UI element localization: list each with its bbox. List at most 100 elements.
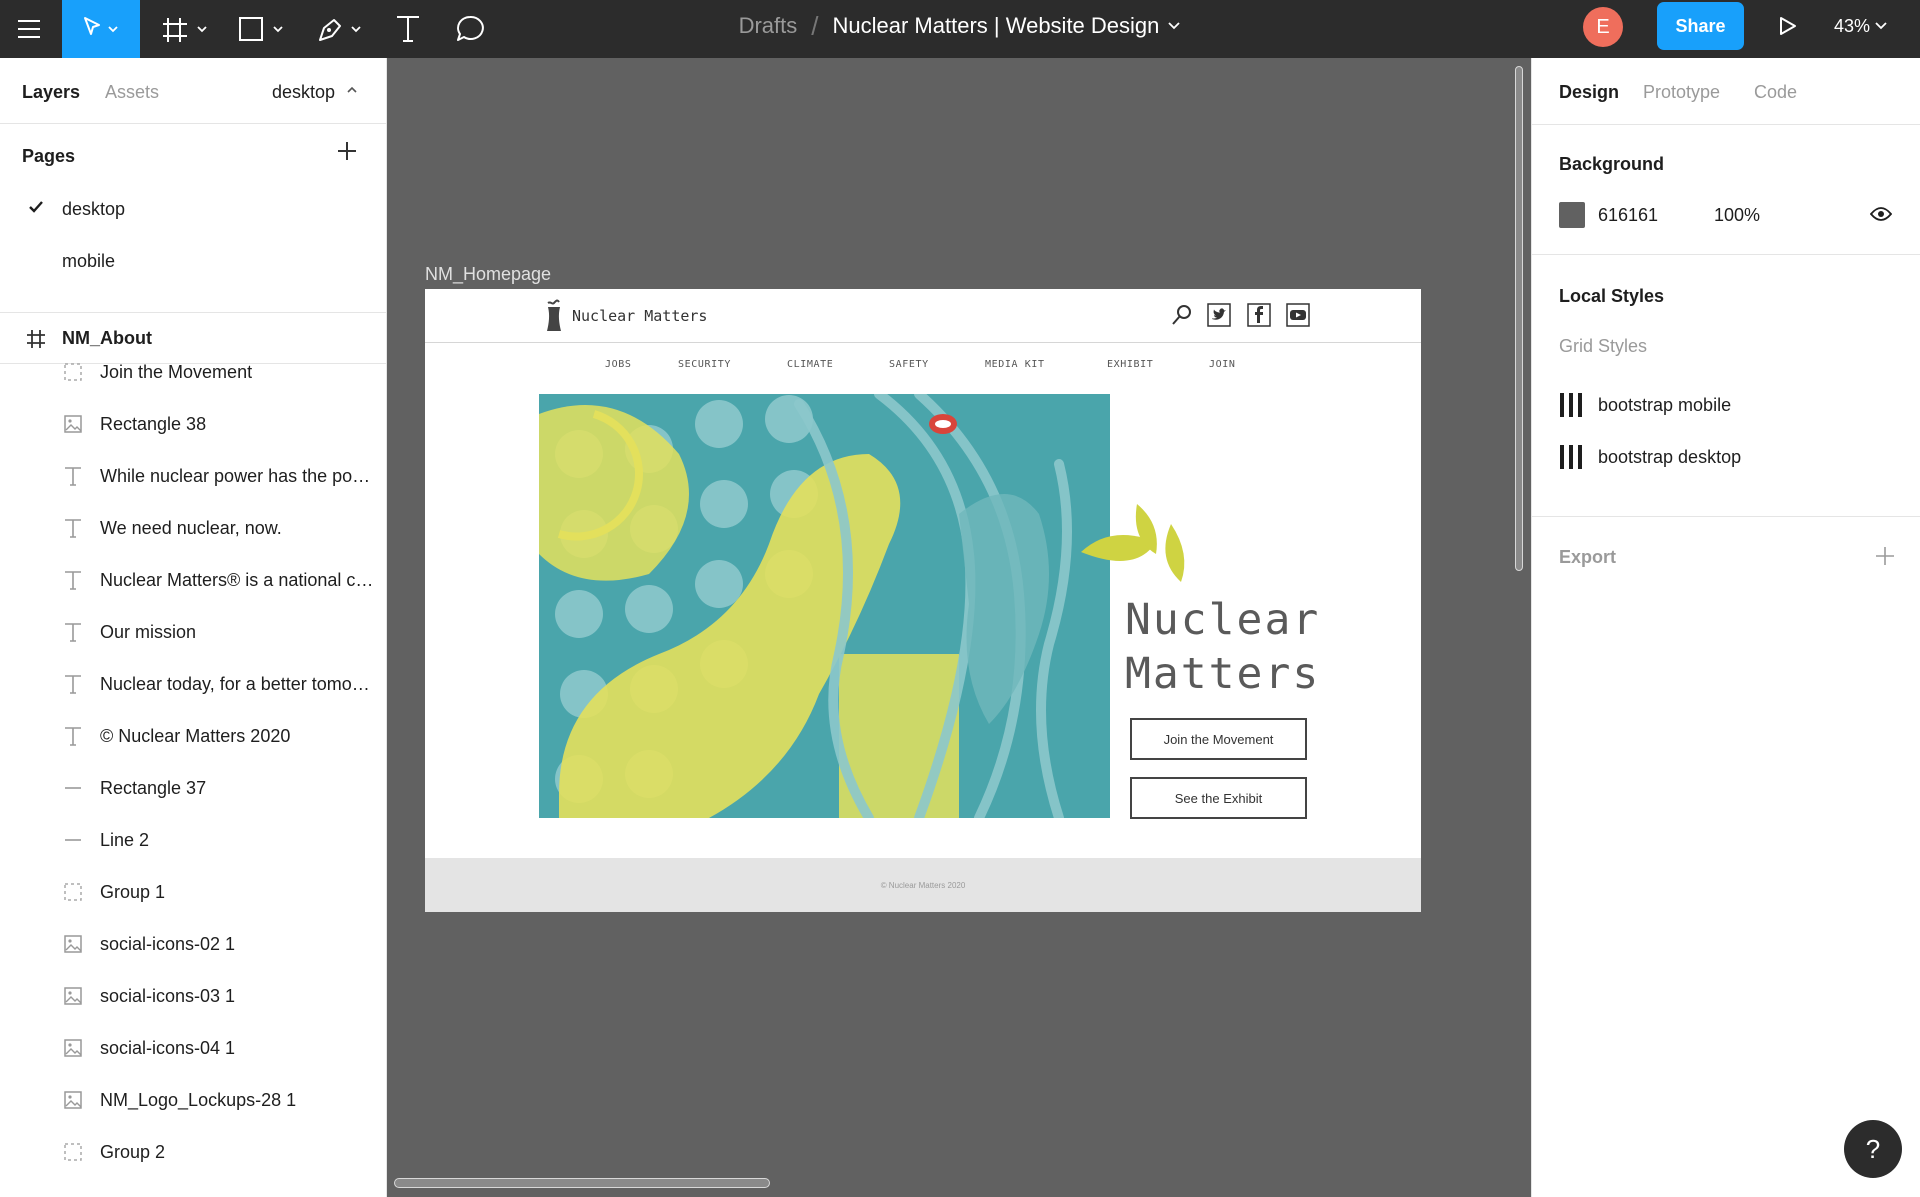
- layer-item[interactable]: social-icons-04 1: [0, 1022, 386, 1074]
- zoom-level: 43%: [1834, 15, 1871, 36]
- checkmark-icon: [29, 201, 43, 213]
- grid-styles-label: Grid Styles: [1559, 336, 1648, 356]
- layer-item[interactable]: Rectangle 37: [0, 762, 386, 814]
- text-icon: [62, 673, 84, 695]
- layer-item[interactable]: social-icons-02 1: [0, 918, 386, 970]
- local-styles-header: Local Styles: [1559, 286, 1665, 306]
- drafts-breadcrumb[interactable]: Drafts: [739, 13, 798, 39]
- twitter-icon[interactable]: [1207, 303, 1231, 327]
- chevron-up-icon[interactable]: [346, 85, 358, 95]
- page-label: mobile: [62, 250, 116, 271]
- hero-title: Nuclear Matters: [1125, 593, 1320, 701]
- page-item-desktop[interactable]: desktop: [0, 187, 386, 231]
- grid-style-icon: [1560, 393, 1582, 417]
- group-icon: [62, 1141, 84, 1163]
- text-icon: [62, 465, 84, 487]
- eye-visibility-icon[interactable]: [1870, 206, 1892, 222]
- design-canvas[interactable]: NM_Homepage Nuclear Matters JOBS SECURIT…: [388, 58, 1530, 1197]
- background-hex-input[interactable]: 616161: [1598, 205, 1658, 226]
- share-button[interactable]: Share: [1657, 2, 1744, 50]
- layer-item[interactable]: Our mission: [0, 606, 386, 658]
- site-nav-jobs[interactable]: JOBS: [605, 359, 631, 370]
- site-nav-climate[interactable]: CLIMATE: [787, 359, 833, 370]
- text-tool-button[interactable]: [390, 0, 426, 58]
- layer-label: © Nuclear Matters 2020: [100, 725, 291, 746]
- grid-style-bootstrap-mobile[interactable]: bootstrap mobile: [1598, 395, 1731, 416]
- search-icon[interactable]: [1170, 303, 1194, 327]
- present-button[interactable]: [1770, 0, 1806, 52]
- tab-design[interactable]: Design: [1559, 82, 1619, 103]
- vertical-scrollbar[interactable]: [1515, 66, 1523, 571]
- layer-label: Rectangle 38: [100, 413, 207, 434]
- homepage-frame[interactable]: Nuclear Matters JOBS SECURITY CLIMATE SA…: [425, 289, 1421, 912]
- pen-tool-button[interactable]: [312, 0, 368, 58]
- rectangle-icon: [239, 17, 283, 41]
- see-exhibit-button[interactable]: See the Exhibit: [1130, 777, 1307, 819]
- site-nav-safety[interactable]: SAFETY: [889, 359, 929, 370]
- tab-layers[interactable]: Layers: [22, 82, 80, 103]
- layer-item[interactable]: © Nuclear Matters 2020: [0, 710, 386, 762]
- hero-illustration: [539, 394, 1110, 818]
- layer-item[interactable]: social-icons-03 1: [0, 970, 386, 1022]
- layer-item[interactable]: NM_Logo_Lockups-28 1: [0, 1074, 386, 1126]
- line-icon: [62, 777, 84, 799]
- document-name[interactable]: Nuclear Matters | Website Design: [833, 13, 1160, 39]
- frame-tool-button[interactable]: [158, 0, 214, 58]
- pages-header: Pages: [22, 146, 76, 166]
- site-nav-media-kit[interactable]: MEDIA KIT: [985, 359, 1045, 370]
- horizontal-scrollbar[interactable]: [394, 1178, 770, 1188]
- play-icon: [1780, 17, 1796, 35]
- move-tool-button[interactable]: [62, 0, 140, 58]
- add-page-icon[interactable]: [334, 138, 360, 164]
- text-t-icon: [397, 16, 419, 42]
- site-nav-join[interactable]: JOIN: [1209, 359, 1235, 370]
- layer-item[interactable]: Join the Movement: [0, 346, 386, 398]
- layer-label: social-icons-04 1: [100, 1037, 236, 1058]
- tab-assets[interactable]: Assets: [105, 82, 159, 103]
- main-menu-button[interactable]: [0, 0, 58, 58]
- zoom-control[interactable]: 43%: [1834, 0, 1888, 52]
- tab-prototype[interactable]: Prototype: [1643, 82, 1720, 103]
- page-selector[interactable]: desktop: [272, 82, 335, 103]
- background-color-swatch[interactable]: [1559, 202, 1585, 228]
- cooling-tower-logo-icon: [547, 299, 561, 331]
- user-avatar[interactable]: E: [1583, 7, 1623, 47]
- hero-title-line1: Nuclear: [1125, 595, 1321, 645]
- layer-item[interactable]: While nuclear power has the potential to…: [0, 450, 386, 502]
- facebook-icon[interactable]: [1247, 303, 1271, 327]
- divider: [1532, 516, 1920, 517]
- comment-tool-button[interactable]: [452, 0, 488, 58]
- shape-tool-button[interactable]: [234, 0, 290, 58]
- layer-item[interactable]: We need nuclear, now.: [0, 502, 386, 554]
- grid-style-bootstrap-desktop[interactable]: bootstrap desktop: [1598, 447, 1741, 468]
- layer-item[interactable]: Nuclear Matters® is a national campaign: [0, 554, 386, 606]
- chevron-down-icon[interactable]: [1167, 21, 1181, 31]
- layer-label: social-icons-02 1: [100, 933, 236, 954]
- layer-item[interactable]: Rectangle 38: [0, 398, 386, 450]
- background-header: Background: [1559, 154, 1665, 174]
- site-header: Nuclear Matters: [425, 289, 1421, 343]
- youtube-icon[interactable]: [1286, 303, 1310, 327]
- layer-item[interactable]: Line 2: [0, 814, 386, 866]
- join-movement-button[interactable]: Join the Movement: [1130, 718, 1307, 760]
- site-nav-security[interactable]: SECURITY: [678, 359, 731, 370]
- tab-code[interactable]: Code: [1754, 82, 1797, 103]
- layer-item[interactable]: Group 1: [0, 866, 386, 918]
- layer-label: Group 2: [100, 1141, 166, 1162]
- text-icon: [62, 725, 84, 747]
- add-export-icon[interactable]: [1875, 546, 1895, 566]
- layer-label: Group 1: [100, 881, 166, 902]
- layer-label: Join the Movement: [100, 361, 253, 382]
- site-nav-exhibit[interactable]: EXHIBIT: [1107, 359, 1153, 370]
- properties-panel: Design Prototype Code Background 616161 …: [1531, 58, 1920, 1197]
- text-icon: [62, 569, 84, 591]
- help-button[interactable]: ?: [1844, 1120, 1902, 1178]
- background-opacity-input[interactable]: 100%: [1714, 205, 1760, 226]
- frame-hash-icon: [163, 18, 207, 42]
- layer-item[interactable]: Group 2: [0, 1126, 386, 1178]
- page-item-mobile[interactable]: mobile: [0, 239, 386, 283]
- chevron-down-icon: [1875, 22, 1887, 30]
- layer-item[interactable]: Nuclear today, for a better tomorrow: [0, 658, 386, 710]
- layer-label: Our mission: [100, 621, 197, 642]
- frame-label[interactable]: NM_Homepage: [425, 264, 551, 285]
